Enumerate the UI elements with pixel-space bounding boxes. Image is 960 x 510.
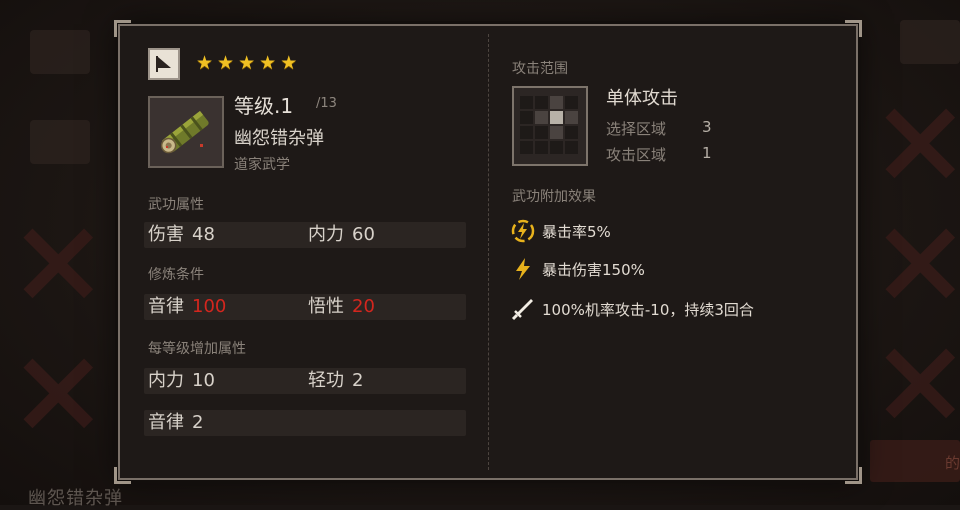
attack-range-grid	[512, 86, 588, 166]
range-grid-cell	[535, 111, 548, 124]
item-icon-frame	[148, 96, 224, 168]
rarity-stars: ★ ★ ★ ★ ★	[196, 52, 297, 74]
range-grid-cell	[550, 111, 563, 124]
bamboo-scroll-icon	[160, 110, 209, 154]
skill-level-max: /13	[316, 96, 337, 111]
range-grid-cell	[535, 96, 548, 109]
rarity-star-icon: ★	[196, 52, 214, 74]
lightning-icon	[510, 256, 536, 282]
range-grid-cell	[520, 111, 533, 124]
panel-corner	[845, 467, 862, 484]
range-grid-cell	[520, 141, 533, 154]
range-grid-cell	[550, 141, 563, 154]
attack-range-type: 单体攻击	[606, 88, 678, 109]
range-grid-cell	[565, 126, 578, 139]
effect-item: 暴击伤害150%	[510, 256, 645, 282]
effects-title: 武功附加效果	[512, 189, 596, 205]
skill-school: 道家武学	[234, 157, 290, 173]
background-inventory-item[interactable]	[900, 20, 960, 64]
per-level-title: 每等级增加属性	[148, 341, 246, 357]
attack-range-title: 攻击范围	[512, 61, 568, 77]
background-x-icon: ×	[870, 309, 960, 450]
per-level-row: 内力 10 轻功 2	[144, 368, 466, 394]
range-grid-cell	[520, 126, 533, 139]
range-grid-cell	[550, 96, 563, 109]
req-comprehension: 悟性 20	[308, 296, 375, 317]
background-x-icon: ×	[8, 319, 109, 460]
background-x-icon: ×	[870, 69, 960, 210]
skill-name: 幽怨错杂弹	[234, 128, 324, 149]
sword-icon	[510, 296, 536, 322]
skill-detail-panel: ★ ★ ★ ★ ★ 等级.1 /13 幽怨错杂弹 道家武学 武功属性 伤害 48 内力 60	[114, 20, 862, 484]
background-inventory-item[interactable]	[30, 30, 90, 74]
attributes-title: 武功属性	[148, 197, 204, 213]
requirements-row: 音律 100 悟性 20	[144, 294, 466, 320]
range-grid-cell	[535, 141, 548, 154]
panel-corner	[845, 20, 862, 37]
effect-item: 暴击率5%	[510, 218, 611, 244]
req-music: 音律 100	[148, 296, 227, 317]
background-x-icon: ×	[8, 189, 109, 330]
rarity-star-icon: ★	[217, 52, 235, 74]
range-grid-cell	[565, 111, 578, 124]
background-right-button-label: 的	[945, 454, 960, 472]
skill-type-flag-icon	[148, 48, 180, 80]
attack-area-line: 攻击区域 1	[606, 144, 712, 164]
per-level-internal-power: 内力 10	[148, 370, 215, 391]
per-level-agility: 轻功 2	[308, 370, 364, 391]
panel-corner	[114, 467, 131, 484]
background-item-caption: 幽怨错杂弹	[28, 488, 123, 509]
rarity-star-icon: ★	[280, 52, 298, 74]
rarity-star-icon: ★	[238, 52, 256, 74]
range-grid-cell	[550, 126, 563, 139]
attributes-row: 伤害 48 内力 60	[144, 222, 466, 248]
background-x-icon: ×	[870, 189, 960, 330]
background-inventory-item[interactable]	[30, 120, 90, 164]
per-level-row: 音律 2	[144, 410, 466, 436]
column-divider	[488, 34, 489, 470]
stat-damage: 伤害 48	[148, 224, 215, 245]
per-level-music: 音律 2	[148, 412, 204, 433]
stat-internal-power: 内力 60	[308, 224, 375, 245]
panel-corner	[114, 20, 131, 37]
range-grid-cell	[520, 96, 533, 109]
range-grid-cell	[565, 141, 578, 154]
select-area-line: 选择区域 3	[606, 118, 712, 138]
critical-rate-icon	[510, 218, 536, 244]
range-grid-cell	[565, 96, 578, 109]
range-grid-cell	[535, 126, 548, 139]
rarity-star-icon: ★	[259, 52, 277, 74]
effect-item: 100%机率攻击-10，持续3回合	[510, 296, 754, 322]
skill-level: 等级.1	[234, 94, 294, 118]
requirements-title: 修炼条件	[148, 267, 204, 283]
